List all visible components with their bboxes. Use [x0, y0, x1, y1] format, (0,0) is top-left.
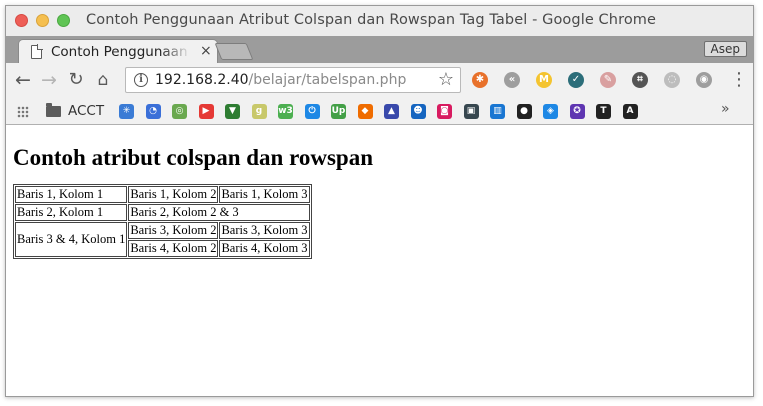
- document-icon: [31, 44, 43, 59]
- bm-vue-icon[interactable]: ▼: [225, 104, 240, 119]
- table-cell: Baris 1, Kolom 1: [15, 186, 128, 203]
- ext-sync-icon[interactable]: ◌: [664, 72, 680, 88]
- folder-icon[interactable]: [46, 103, 61, 117]
- reload-icon[interactable]: ↻: [64, 68, 88, 92]
- address-bar[interactable]: i 192.168.2.40/belajar/tabelspan.php ☆: [125, 67, 461, 93]
- bm-g-icon[interactable]: g: [251, 104, 267, 119]
- bm-t-icon[interactable]: T: [596, 104, 611, 119]
- window-title: Contoh Penggunaan Atribut Colspan dan Ro…: [86, 12, 657, 28]
- table-cell: Baris 1, Kolom 3: [219, 186, 310, 203]
- ext-camera-icon[interactable]: ◉: [696, 72, 712, 88]
- bm-w3-icon[interactable]: w3: [278, 104, 293, 119]
- table-cell-colspan: Baris 2, Kolom 2 & 3: [128, 204, 310, 221]
- bm-badge-icon[interactable]: ✪: [569, 104, 585, 119]
- tab-close-icon[interactable]: ×: [200, 43, 212, 59]
- url-host: 192.168.2.40: [155, 72, 249, 88]
- bm-record-icon[interactable]: ●: [516, 104, 532, 119]
- table-row: Baris 3 & 4, Kolom 1 Baris 3, Kolom 2 Ba…: [15, 222, 310, 257]
- ext-orange-icon[interactable]: ✱: [472, 72, 488, 88]
- toolbar: ← → ↻ ⌂ i 192.168.2.40/belajar/tabelspan…: [6, 63, 753, 97]
- profile-button[interactable]: Asep: [703, 41, 747, 57]
- info-icon[interactable]: i: [134, 73, 148, 87]
- table-cell: Baris 2, Kolom 1: [15, 204, 128, 221]
- table-row: Baris 1, Kolom 1 Baris 1, Kolom 2 Baris …: [15, 186, 310, 203]
- table-row: Baris 2, Kolom 1 Baris 2, Kolom 2 & 3: [15, 204, 310, 221]
- bm-colorful-icon[interactable]: ◆: [357, 104, 373, 119]
- browser-window: Contoh Penggunaan Atribut Colspan dan Ro…: [5, 5, 754, 397]
- new-tab-button[interactable]: [214, 43, 254, 60]
- ext-gray-circle-icon[interactable]: «: [504, 72, 520, 88]
- bm-arrow-icon[interactable]: ▲: [384, 104, 399, 119]
- table-cell: Baris 4, Kolom 2: [128, 240, 219, 257]
- window-close-button[interactable]: [15, 14, 28, 27]
- bookmarks-overflow-icon[interactable]: »: [721, 101, 730, 117]
- ext-check-icon[interactable]: ✓: [568, 72, 584, 88]
- bm-youtube-icon[interactable]: ▶: [198, 104, 214, 119]
- table-cell-rowspan: Baris 3 & 4, Kolom 1: [15, 222, 128, 257]
- bm-trello-icon[interactable]: ▥: [490, 104, 505, 119]
- home-icon[interactable]: ⌂: [91, 68, 115, 92]
- tab-active[interactable]: Contoh Penggunaan Atribut Colspan ×: [18, 39, 218, 64]
- tab-label: Contoh Penggunaan Atribut Colspan: [51, 44, 191, 60]
- bm-snowflake-icon[interactable]: ✳: [119, 104, 134, 119]
- url-text[interactable]: 192.168.2.40/belajar/tabelspan.php: [155, 72, 406, 88]
- bm-box-icon[interactable]: ▣: [463, 104, 479, 119]
- bookmark-folder-acct[interactable]: ACCT: [68, 103, 104, 119]
- ext-crop-icon[interactable]: ⌗: [632, 72, 648, 88]
- menu-kebab-icon[interactable]: ⋮: [730, 69, 748, 91]
- table-cell: Baris 3, Kolom 2: [128, 222, 219, 239]
- demo-table: Baris 1, Kolom 1 Baris 1, Kolom 2 Baris …: [13, 184, 312, 259]
- bm-a-icon[interactable]: A: [622, 104, 638, 119]
- table-cell: Baris 4, Kolom 3: [219, 240, 310, 257]
- bm-diamond-icon[interactable]: ◈: [543, 104, 558, 119]
- bookmarks-bar: ACCT ✳ ◔ ◎ ▶ ▼ g w3 ⏻ Up ◆ ▲ ☻ ◙ ▣ ▥ ● ◈ ✪ T A »: [6, 97, 753, 125]
- bm-spinner-icon[interactable]: ◔: [145, 104, 161, 119]
- apps-grid-icon[interactable]: [17, 106, 29, 118]
- bm-chrome-icon[interactable]: ◎: [172, 104, 187, 119]
- forward-arrow-icon[interactable]: →: [37, 68, 61, 92]
- page-heading: Contoh atribut colspan dan rowspan: [13, 145, 374, 170]
- bm-instagram-icon[interactable]: ◙: [437, 104, 452, 119]
- tab-strip: Contoh Penggunaan Atribut Colspan × Asep: [6, 36, 753, 64]
- table-cell: Baris 1, Kolom 2: [128, 186, 219, 203]
- ext-m-icon[interactable]: M: [536, 72, 552, 88]
- bm-up-icon[interactable]: Up: [331, 104, 346, 119]
- window-minimize-button[interactable]: [36, 14, 49, 27]
- url-path: /belajar/tabelspan.php: [248, 72, 407, 88]
- window-maximize-button[interactable]: [57, 14, 70, 27]
- bm-power-icon[interactable]: ⏻: [304, 104, 320, 119]
- table-cell: Baris 3, Kolom 3: [219, 222, 310, 239]
- ext-eraser-icon[interactable]: ✎: [600, 72, 616, 88]
- bookmark-star-icon[interactable]: ☆: [438, 69, 454, 90]
- bm-bird-icon[interactable]: ☻: [410, 104, 426, 119]
- title-bar: Contoh Penggunaan Atribut Colspan dan Ro…: [6, 6, 753, 36]
- back-arrow-icon[interactable]: ←: [11, 68, 35, 92]
- page-content: Contoh atribut colspan dan rowspan Baris…: [6, 126, 753, 396]
